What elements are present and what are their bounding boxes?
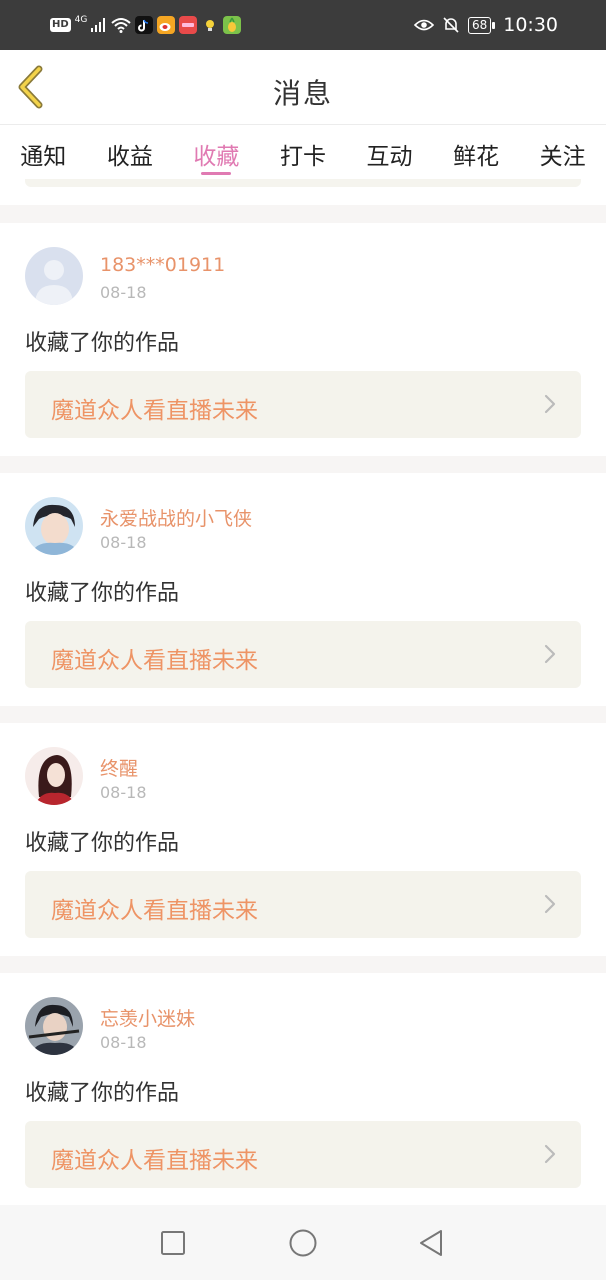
- message-text: 收藏了你的作品: [25, 581, 180, 606]
- partial-message-card: [0, 179, 606, 205]
- recent-apps-button[interactable]: [157, 1227, 189, 1259]
- avatar[interactable]: [25, 497, 83, 555]
- message-text: 收藏了你的作品: [25, 1081, 180, 1106]
- wifi-icon: [111, 18, 132, 33]
- avatar[interactable]: [25, 997, 83, 1055]
- user-photo-avatar: [25, 997, 83, 1055]
- square-icon: [161, 1231, 185, 1255]
- tab-bar: 通知 收益 收藏 打卡 互动 鲜花 关注: [0, 125, 606, 179]
- message-card: 忘羡小迷妹 08-18 收藏了你的作品 魔道众人看直播未来: [0, 973, 606, 1206]
- partial-work-link[interactable]: [25, 179, 581, 187]
- signal-icon: [91, 18, 106, 32]
- work-title: 魔道众人看直播未来: [51, 1148, 258, 1174]
- chevron-right-icon: [544, 1144, 556, 1164]
- bulb-app-icon: [201, 16, 219, 34]
- tab-earnings[interactable]: 收益: [107, 125, 153, 179]
- battery-indicator: 68: [467, 16, 496, 34]
- circle-icon: [289, 1229, 317, 1257]
- message-time: 08-18: [100, 533, 147, 552]
- work-link[interactable]: 魔道众人看直播未来: [25, 621, 581, 688]
- work-title: 魔道众人看直播未来: [51, 898, 258, 924]
- status-bar: HD 4G 68 10:30: [0, 0, 606, 50]
- status-right: 68 10:30: [413, 14, 558, 36]
- pineapple-app-icon: [223, 16, 242, 34]
- status-time: 10:30: [503, 14, 558, 36]
- avatar[interactable]: [25, 747, 83, 805]
- system-nav-bar: [0, 1205, 606, 1280]
- status-left: HD 4G: [50, 14, 242, 36]
- weibo-app-icon: [157, 16, 176, 34]
- avatar[interactable]: [25, 247, 83, 305]
- tab-checkin[interactable]: 打卡: [280, 125, 326, 179]
- message-list: 183***01911 08-18 收藏了你的作品 魔道众人看直播未来 永爱战战…: [0, 223, 606, 1223]
- douyin-app-icon: [135, 16, 154, 34]
- mute-bell-icon: [443, 17, 459, 33]
- work-title: 魔道众人看直播未来: [51, 648, 258, 674]
- tab-following[interactable]: 关注: [540, 125, 586, 179]
- network-type: 4G: [74, 15, 88, 25]
- message-card: 终醒 08-18 收藏了你的作品 魔道众人看直播未来: [0, 723, 606, 956]
- work-title: 魔道众人看直播未来: [51, 398, 258, 424]
- message-card: 永爱战战的小飞侠 08-18 收藏了你的作品 魔道众人看直播未来: [0, 473, 606, 706]
- work-link[interactable]: 魔道众人看直播未来: [25, 371, 581, 438]
- user-illustration-avatar: [25, 747, 83, 805]
- chevron-right-icon: [544, 394, 556, 414]
- user-name[interactable]: 终醒: [100, 754, 138, 781]
- message-time: 08-18: [100, 1033, 147, 1052]
- message-text: 收藏了你的作品: [25, 831, 180, 856]
- user-name[interactable]: 永爱战战的小飞侠: [100, 504, 252, 531]
- home-button[interactable]: [287, 1227, 319, 1259]
- default-avatar-icon: [25, 247, 83, 305]
- triangle-back-icon: [420, 1230, 442, 1256]
- header: 消息: [0, 50, 606, 125]
- page-title: 消息: [272, 77, 333, 110]
- chevron-right-icon: [544, 894, 556, 914]
- message-time: 08-18: [100, 783, 147, 802]
- tab-notifications[interactable]: 通知: [20, 125, 66, 179]
- work-link[interactable]: 魔道众人看直播未来: [25, 871, 581, 938]
- message-card: 183***01911 08-18 收藏了你的作品 魔道众人看直播未来: [0, 223, 606, 456]
- tab-favorites[interactable]: 收藏: [193, 125, 239, 179]
- tab-flowers[interactable]: 鲜花: [453, 125, 499, 179]
- message-text: 收藏了你的作品: [25, 331, 180, 356]
- tab-interaction[interactable]: 互动: [367, 125, 413, 179]
- red-app-icon: [179, 16, 198, 34]
- user-name[interactable]: 忘羡小迷妹: [100, 1004, 195, 1031]
- work-link[interactable]: 魔道众人看直播未来: [25, 1121, 581, 1188]
- back-nav-button[interactable]: [415, 1227, 447, 1259]
- chevron-right-icon: [544, 644, 556, 664]
- hd-badge: HD: [50, 18, 71, 32]
- user-photo-avatar: [25, 497, 83, 555]
- message-time: 08-18: [100, 283, 147, 302]
- eye-comfort-icon: [413, 19, 434, 31]
- user-name[interactable]: 183***01911: [100, 254, 225, 276]
